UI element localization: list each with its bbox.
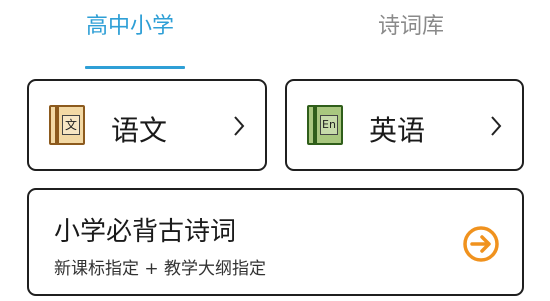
poems-card-subtitle: 新课标指定 + 教学大纲指定 <box>54 259 267 279</box>
subject-card-chinese[interactable]: 文 语文 <box>27 79 267 171</box>
subject-label-chinese: 语文 <box>111 114 168 147</box>
chinese-book-icon: 文 <box>49 105 85 145</box>
tab-bar: 高中小学 诗词库 <box>0 0 550 72</box>
subject-label-english: 英语 <box>369 114 426 147</box>
must-recite-poems-card[interactable]: 小学必背古诗词 新课标指定 + 教学大纲指定 <box>27 188 524 296</box>
chevron-right-icon <box>491 116 502 136</box>
arrow-circle-right-icon <box>463 226 499 262</box>
poems-card-title: 小学必背古诗词 <box>54 217 237 247</box>
subject-card-english[interactable]: En 英语 <box>285 79 524 171</box>
active-tab-indicator <box>85 66 185 69</box>
english-book-glyph: En <box>320 115 338 135</box>
english-book-icon: En <box>307 105 343 145</box>
chevron-right-icon <box>234 116 245 136</box>
tab-poetry-library[interactable]: 诗词库 <box>378 8 444 40</box>
tab-school[interactable]: 高中小学 <box>86 8 174 40</box>
chinese-book-glyph: 文 <box>62 115 80 135</box>
